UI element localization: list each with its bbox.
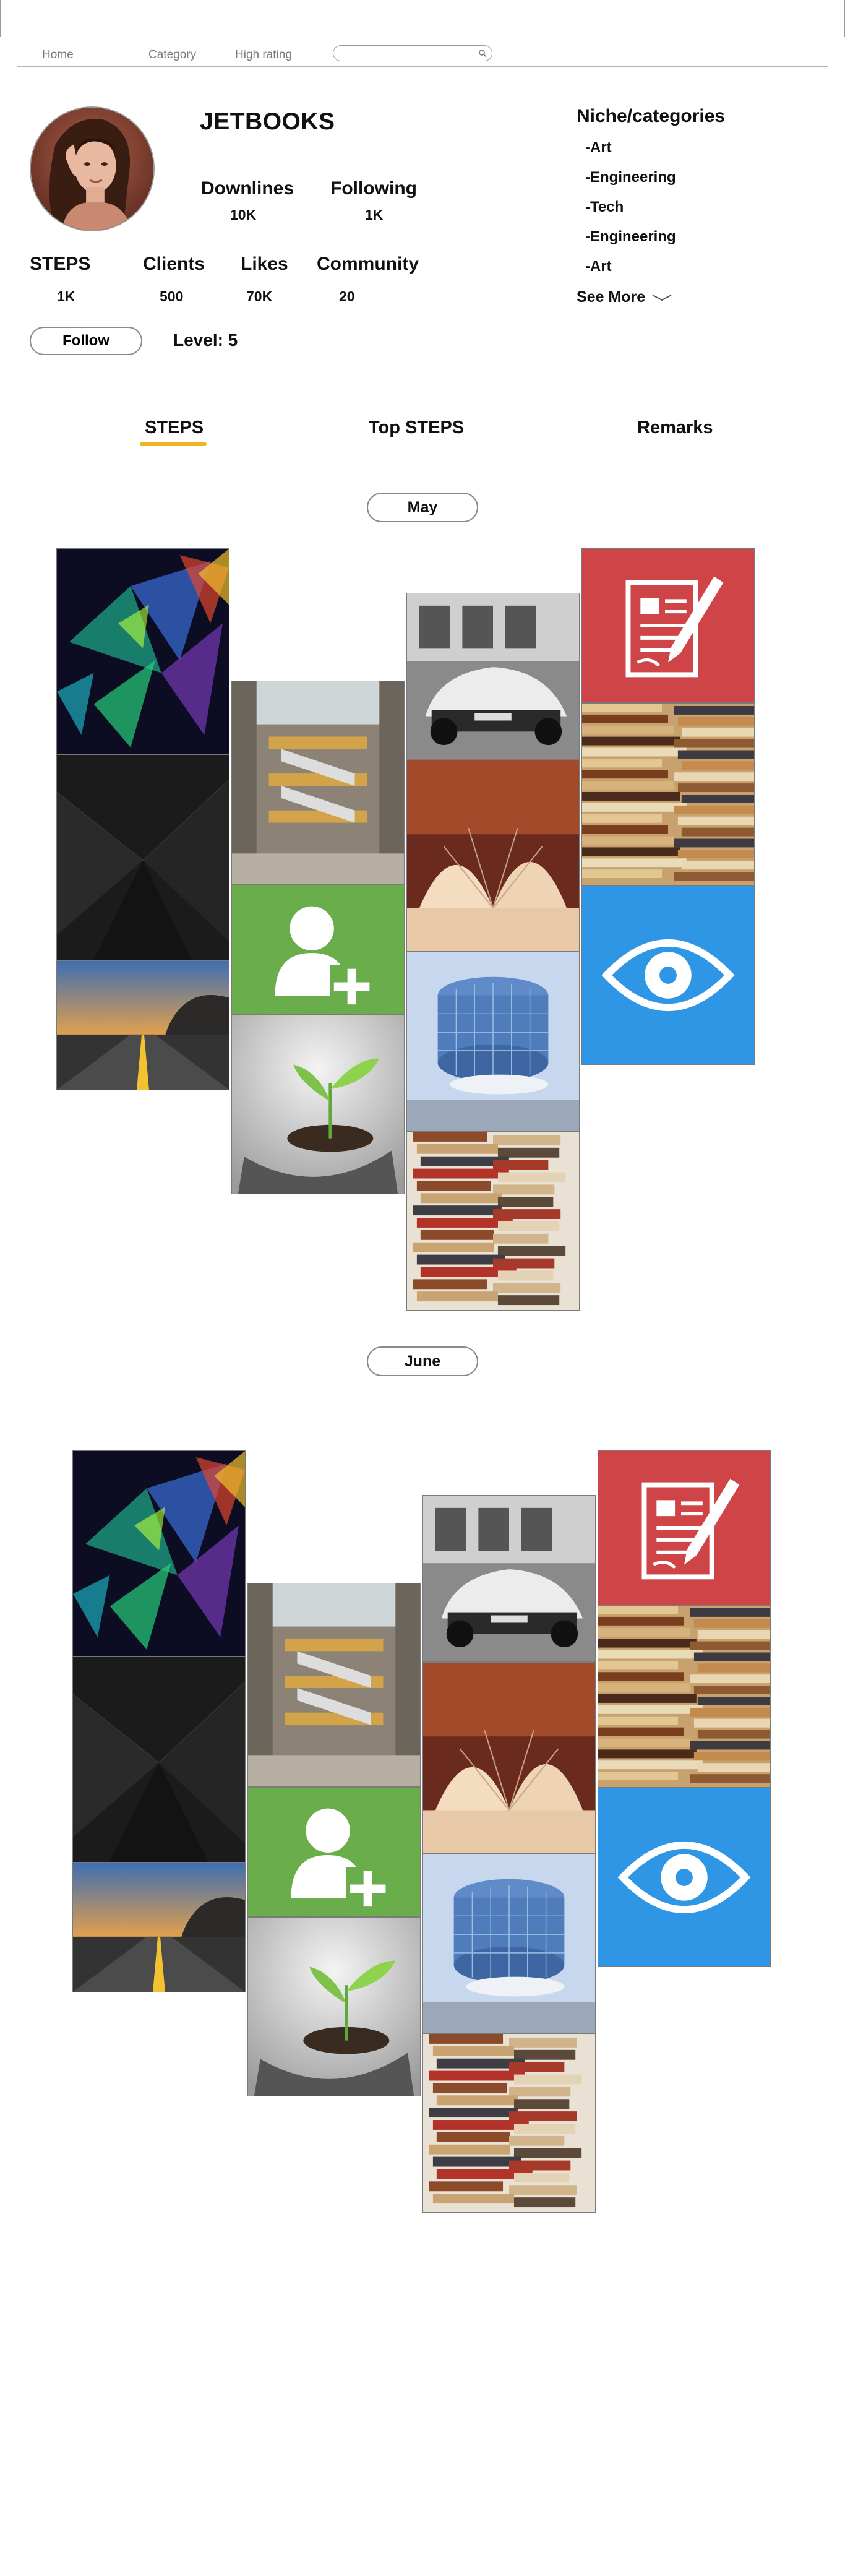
niche-item-tech[interactable]: -Tech xyxy=(585,199,624,216)
following-label: Following xyxy=(330,178,417,199)
sports-car-image[interactable] xyxy=(406,593,580,760)
community-label: Community xyxy=(317,254,419,274)
mall-interior-image[interactable] xyxy=(247,1583,421,1787)
profile-name: JETBOOKS xyxy=(200,108,335,135)
book-pile-image[interactable] xyxy=(598,1605,771,1788)
chevron-down-icon xyxy=(652,294,672,301)
see-more-label: See More xyxy=(577,288,646,306)
sports-car-image[interactable] xyxy=(422,1495,596,1662)
niche-item-engineering[interactable]: -Engineering xyxy=(585,228,676,246)
month-pill-may[interactable]: May xyxy=(367,493,478,522)
abstract-polygon-image[interactable] xyxy=(72,1450,246,1656)
open-book-image[interactable] xyxy=(406,760,580,952)
tab-steps[interactable]: STEPS xyxy=(145,418,204,438)
tab-remarks[interactable]: Remarks xyxy=(637,418,713,438)
nav-category-link[interactable]: Category xyxy=(148,48,196,62)
follow-button[interactable]: Follow xyxy=(30,327,142,355)
downlines-value: 10K xyxy=(230,207,257,223)
write-document-tile[interactable] xyxy=(581,548,755,703)
book-stack-image[interactable] xyxy=(422,2033,596,2213)
mall-interior-image[interactable] xyxy=(231,681,405,885)
plant-in-hands-image[interactable] xyxy=(231,1015,405,1194)
nav-high-rating-link[interactable]: High rating xyxy=(235,48,292,62)
downlines-label: Downlines xyxy=(201,178,294,199)
add-user-tile[interactable] xyxy=(247,1787,421,1917)
likes-label: Likes xyxy=(241,254,288,274)
avatar xyxy=(30,106,155,231)
likes-value: 70K xyxy=(246,288,273,304)
month-pill-june[interactable]: June xyxy=(367,1346,478,1376)
book-pile-image[interactable] xyxy=(581,703,755,885)
top-header-bar xyxy=(0,0,845,37)
add-user-tile[interactable] xyxy=(231,885,405,1015)
steps-label: STEPS xyxy=(30,254,91,274)
view-eye-tile[interactable] xyxy=(598,1788,771,1967)
sunset-road-image[interactable] xyxy=(56,960,229,1090)
nav-bar: Home Category High rating xyxy=(17,42,828,67)
community-value: 20 xyxy=(339,288,355,304)
view-eye-tile[interactable] xyxy=(581,885,755,1065)
niche-item-art[interactable]: -Art xyxy=(585,258,612,275)
clients-label: Clients xyxy=(143,254,205,274)
write-document-tile[interactable] xyxy=(598,1450,771,1605)
open-book-image[interactable] xyxy=(422,1662,596,1854)
glass-building-image[interactable] xyxy=(406,952,580,1131)
book-stack-image[interactable] xyxy=(406,1131,580,1311)
dark-concrete-image[interactable] xyxy=(72,1656,246,1863)
niche-title: Niche/categories xyxy=(577,106,726,126)
clients-value: 500 xyxy=(160,288,184,304)
nav-home-link[interactable]: Home xyxy=(42,48,74,62)
niche-item-engineering[interactable]: -Engineering xyxy=(585,169,676,186)
following-value: 1K xyxy=(365,207,384,223)
active-tab-indicator xyxy=(140,442,207,446)
steps-value: 1K xyxy=(57,288,75,304)
sunset-road-image[interactable] xyxy=(72,1863,246,1992)
level-text: Level: 5 xyxy=(173,330,238,350)
glass-building-image[interactable] xyxy=(422,1854,596,2033)
abstract-polygon-image[interactable] xyxy=(56,548,229,754)
search-box[interactable] xyxy=(333,45,492,61)
plant-in-hands-image[interactable] xyxy=(247,1917,421,2096)
search-input[interactable] xyxy=(340,47,470,59)
search-icon[interactable] xyxy=(478,49,487,58)
tab-top-steps[interactable]: Top STEPS xyxy=(369,418,464,438)
see-more-button[interactable]: See More xyxy=(577,288,672,306)
dark-concrete-image[interactable] xyxy=(56,754,229,960)
niche-item-art[interactable]: -Art xyxy=(585,139,612,157)
